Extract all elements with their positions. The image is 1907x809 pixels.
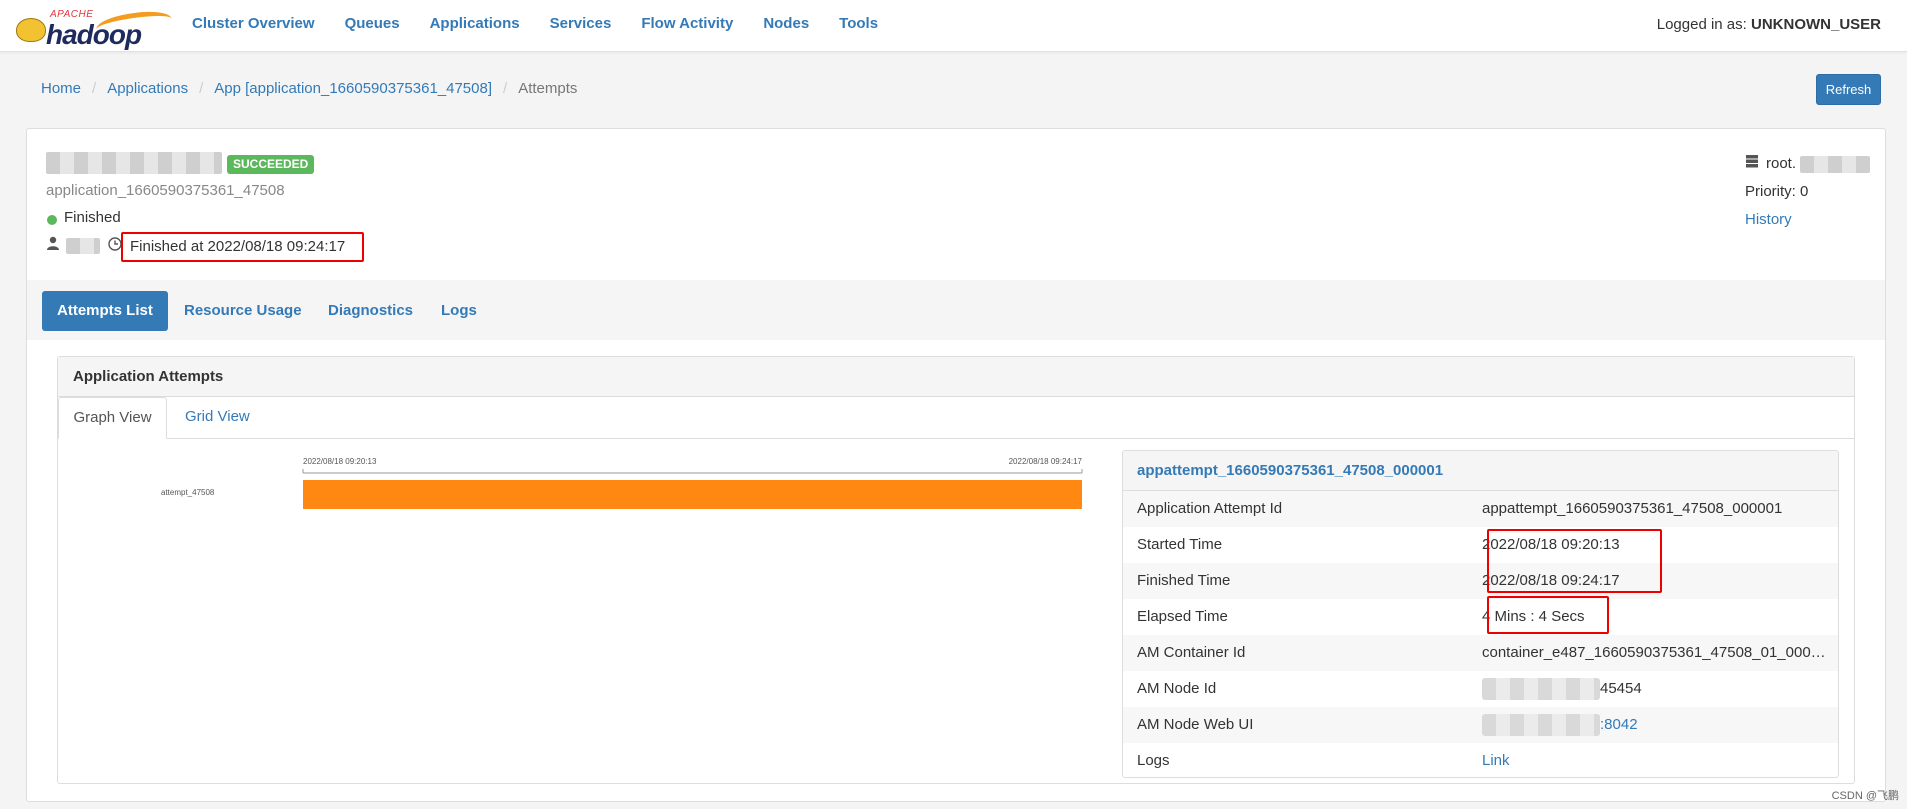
app-state: Finished — [64, 209, 121, 226]
elephant-icon — [16, 18, 46, 42]
detail-label: Logs — [1137, 752, 1170, 769]
subtabs-divider — [58, 438, 1854, 439]
logged-in-user: Logged in as: UNKNOWN_USER — [1657, 16, 1881, 33]
attempts-title: Application Attempts — [73, 368, 224, 385]
breadcrumb: Home / Applications / App [application_1… — [41, 80, 577, 97]
detail-row-attempt-id: Application Attempt Id appattempt_166059… — [1123, 491, 1838, 527]
detail-value[interactable]: :8042 — [1600, 716, 1638, 733]
subtab-graph-view[interactable]: Graph View — [58, 397, 167, 439]
hadoop-logo[interactable]: APACHE hadoop — [16, 7, 174, 50]
nav-links: Cluster Overview Queues Applications Ser… — [192, 15, 908, 32]
top-navbar: APACHE hadoop Cluster Overview Queues Ap… — [0, 0, 1907, 52]
login-username: UNKNOWN_USER — [1750, 16, 1881, 33]
breadcrumb-separator: / — [199, 80, 204, 97]
tab-logs[interactable]: Logs — [441, 291, 477, 331]
breadcrumb-app[interactable]: App [application_1660590375361_47508] — [214, 80, 492, 97]
timeline-start-label: 2022/08/18 09:20:13 — [303, 457, 377, 466]
logs-link[interactable]: Link — [1482, 743, 1838, 777]
detail-row-started-time: Started Time 2022/08/18 09:20:13 — [1123, 527, 1838, 563]
status-badge: SUCCEEDED — [227, 155, 315, 174]
timeline-category-label: attempt_47508 — [161, 488, 215, 497]
tab-diagnostics[interactable]: Diagnostics — [328, 291, 413, 331]
detail-label: AM Node Web UI — [1137, 716, 1254, 733]
history-link[interactable]: History — [1745, 211, 1792, 228]
attempt-details-rows: Application Attempt Id appattempt_166059… — [1123, 491, 1838, 777]
status-dot-icon — [47, 215, 57, 225]
finished-at-highlight: Finished at 2022/08/18 09:24:17 — [121, 232, 364, 262]
node-web-ui-redacted — [1482, 714, 1600, 737]
nav-services[interactable]: Services — [550, 15, 612, 32]
breadcrumb-home[interactable]: Home — [41, 80, 81, 97]
detail-label: Elapsed Time — [1137, 608, 1228, 625]
detail-row-am-container-id: AM Container Id container_e487_166059037… — [1123, 635, 1838, 671]
app-tabs — [27, 280, 1885, 340]
subtab-grid-view[interactable]: Grid View — [185, 408, 250, 425]
detail-row-elapsed-time: Elapsed Time 4 Mins : 4 Secs — [1123, 599, 1838, 635]
detail-value: 45454 — [1600, 680, 1642, 697]
detail-row-am-node-web-ui: AM Node Web UI :8042 — [1123, 707, 1838, 743]
time-range-highlight — [1487, 529, 1662, 593]
user-redacted — [66, 238, 100, 254]
tab-attempts-list[interactable]: Attempts List — [42, 291, 168, 331]
attempts-timeline-chart: 2022/08/18 09:20:13 2022/08/18 09:24:17 … — [161, 457, 1083, 509]
nav-nodes[interactable]: Nodes — [763, 15, 809, 32]
detail-label: Application Attempt Id — [1137, 500, 1283, 517]
detail-label: Finished Time — [1137, 572, 1231, 589]
attempt-bar[interactable] — [303, 480, 1082, 509]
detail-value: container_e487_1660590375361_47508_01_00… — [1482, 644, 1836, 661]
queue-name: root. — [1766, 155, 1797, 172]
detail-row-am-node-id: AM Node Id 45454 — [1123, 671, 1838, 707]
logo-hadoop-text: hadoop — [46, 19, 142, 50]
queue-redacted — [1800, 156, 1870, 173]
finished-at: Finished at 2022/08/18 09:24:17 — [130, 238, 346, 255]
nav-flow-activity[interactable]: Flow Activity — [641, 15, 733, 32]
app-name-redacted — [46, 152, 222, 174]
attempt-details-title[interactable]: appattempt_1660590375361_47508_000001 — [1123, 451, 1838, 491]
breadcrumb-separator: / — [92, 80, 97, 97]
clock-icon — [108, 237, 122, 251]
breadcrumb-separator: / — [503, 80, 508, 97]
user-icon — [47, 236, 59, 250]
attempts-panel-header — [58, 357, 1854, 397]
nav-cluster-overview[interactable]: Cluster Overview — [192, 15, 315, 32]
nav-queues[interactable]: Queues — [345, 15, 400, 32]
detail-label: AM Container Id — [1137, 644, 1246, 661]
node-id-redacted — [1482, 678, 1600, 701]
detail-row-finished-time: Finished Time 2022/08/18 09:24:17 — [1123, 563, 1838, 599]
watermark: CSDN @飞鹏 — [1831, 790, 1899, 802]
detail-row-logs: Logs Link — [1123, 743, 1838, 777]
elapsed-time-highlight — [1487, 596, 1609, 634]
refresh-button[interactable]: Refresh — [1816, 74, 1881, 105]
detail-value-wrap[interactable]: :8042 — [1482, 707, 1838, 743]
breadcrumb-attempts: Attempts — [518, 80, 578, 97]
timeline-end-label: 2022/08/18 09:24:17 — [1009, 457, 1083, 466]
nav-tools[interactable]: Tools — [839, 15, 878, 32]
detail-value: appattempt_1660590375361_47508_000001 — [1482, 500, 1783, 517]
app-priority: Priority: 0 — [1745, 183, 1809, 200]
application-id: application_1660590375361_47508 — [46, 182, 285, 199]
login-prefix: Logged in as: — [1656, 16, 1747, 33]
detail-label: Started Time — [1137, 536, 1223, 553]
detail-label: AM Node Id — [1137, 680, 1217, 697]
attempt-details-card: appattempt_1660590375361_47508_000001 Ap… — [1122, 450, 1839, 778]
tab-resource-usage[interactable]: Resource Usage — [184, 291, 302, 331]
server-icon — [1746, 155, 1758, 168]
breadcrumb-applications[interactable]: Applications — [107, 80, 188, 97]
nav-applications[interactable]: Applications — [430, 15, 520, 32]
detail-value-wrap: 45454 — [1482, 671, 1838, 707]
